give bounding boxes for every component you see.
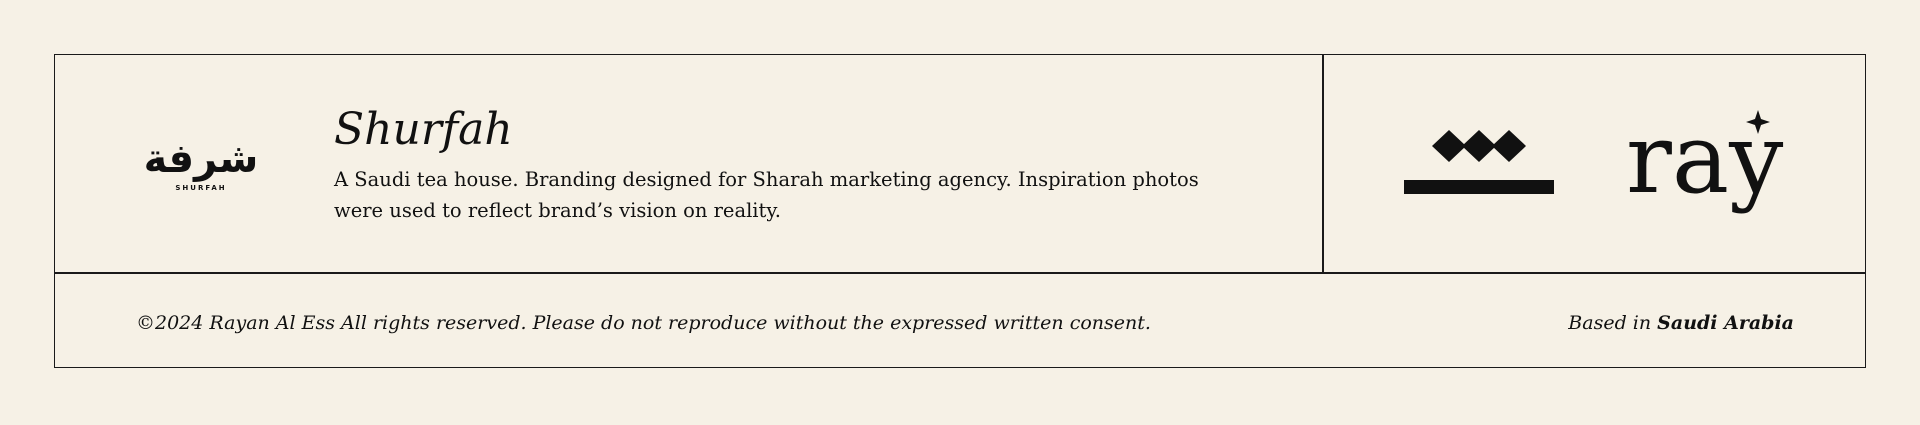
horizontal-divider bbox=[54, 272, 1866, 274]
location-text: Based in Saudi Arabia bbox=[1568, 308, 1794, 338]
brand-diamonds-icon bbox=[1404, 130, 1554, 194]
location-prefix: Based in bbox=[1568, 312, 1652, 334]
shurfah-logo: شرفة SHURFAH bbox=[126, 138, 276, 196]
copyright-notice: ©2024 Rayan Al Ess All rights reserved. … bbox=[136, 312, 1151, 334]
ray-logo: ray bbox=[1626, 108, 1783, 215]
location-country: Saudi Arabia bbox=[1657, 312, 1794, 334]
vertical-divider bbox=[1322, 54, 1324, 274]
shurfah-logo-arabic: شرفة bbox=[143, 136, 259, 182]
project-description: A Saudi tea house. Branding designed for… bbox=[334, 168, 1199, 222]
shurfah-logo-latin: SHURFAH bbox=[175, 184, 227, 192]
project-title: Shurfah bbox=[334, 104, 513, 155]
